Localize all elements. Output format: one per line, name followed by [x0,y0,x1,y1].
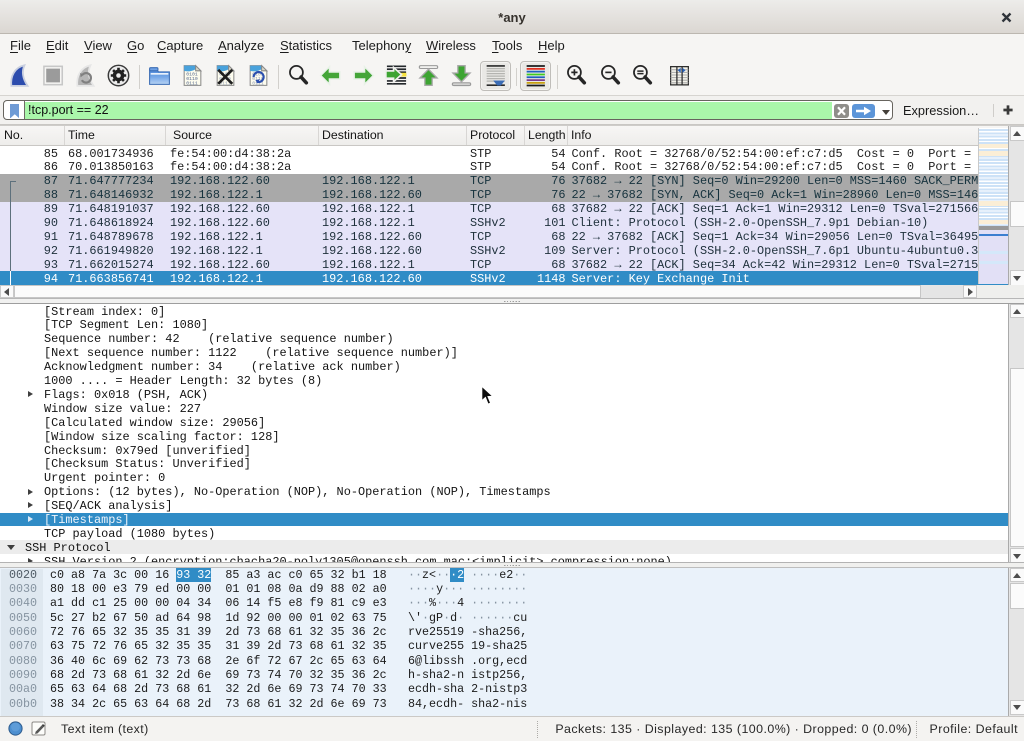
svg-text:0111: 0111 [186,81,198,87]
